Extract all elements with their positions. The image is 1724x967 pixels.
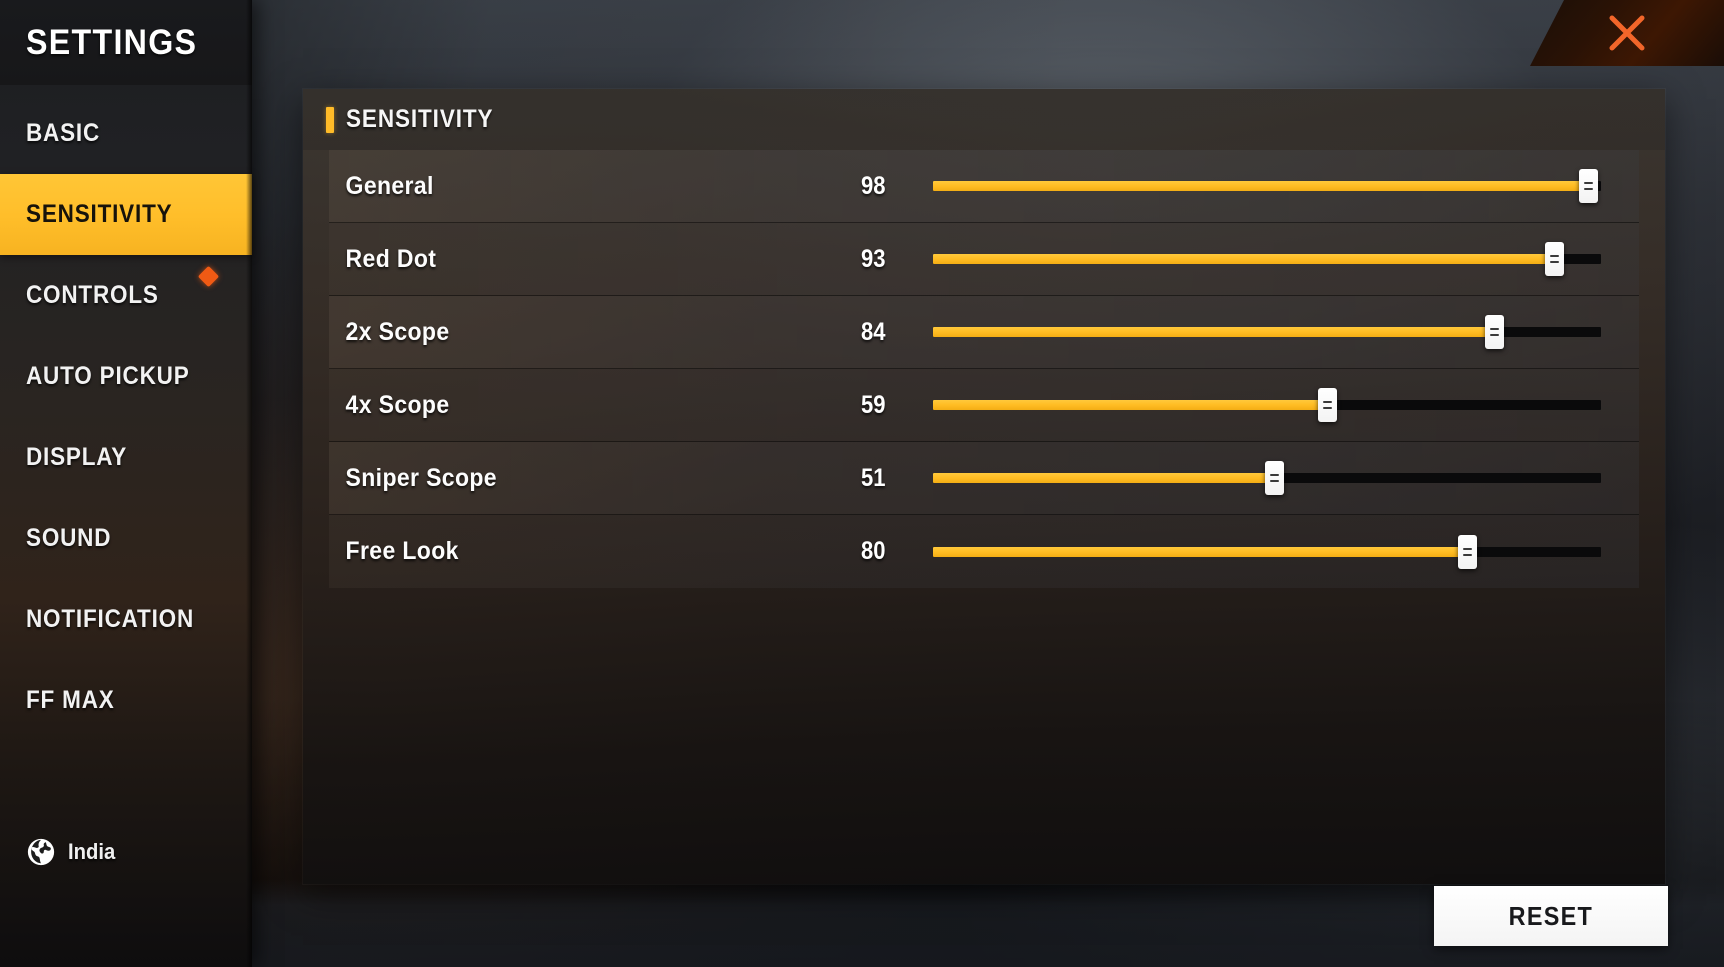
sensitivity-row-label: Free Look	[345, 537, 459, 565]
sensitivity-row[interactable]: 4x Scope 59	[329, 369, 1639, 442]
sensitivity-row-label: Red Dot	[345, 244, 437, 273]
sidebar-item-auto-pickup[interactable]: AUTO PICKUP	[0, 336, 252, 417]
slider-fill	[933, 254, 1555, 264]
slider-thumb-grip-line	[1269, 480, 1279, 482]
slider-thumb-grip-line	[1323, 407, 1333, 409]
slider-fill	[933, 327, 1495, 337]
settings-title-bar: SETTINGS	[0, 0, 252, 85]
panel-title: SENSITIVITY	[346, 105, 494, 133]
slider-thumb-grip-line	[1583, 182, 1593, 184]
sensitivity-row[interactable]: 2x Scope 84	[329, 296, 1639, 369]
sidebar-item-label: SENSITIVITY	[26, 200, 173, 228]
sidebar-item-sound[interactable]: SOUND	[0, 498, 252, 579]
sidebar-item-label: DISPLAY	[26, 443, 128, 471]
sidebar-item-label: SOUND	[26, 524, 112, 552]
sidebar-item-notification[interactable]: NOTIFICATION	[0, 579, 252, 660]
sensitivity-row-value: 98	[861, 171, 886, 200]
sensitivity-row-value: 93	[861, 244, 886, 273]
sensitivity-panel: SENSITIVITY General 98 Red Dot 93 2x Scope 84…	[303, 89, 1665, 884]
page-title: SETTINGS	[26, 22, 198, 62]
slider-thumb[interactable]	[1458, 534, 1478, 569]
slider-thumb[interactable]	[1578, 169, 1598, 203]
sensitivity-slider[interactable]	[933, 166, 1601, 206]
settings-sidebar: SETTINGS BASIC SENSITIVITY CONTROLS AUTO PI…	[0, 0, 252, 967]
sensitivity-row[interactable]: Free Look 80	[329, 515, 1639, 588]
slider-thumb[interactable]	[1545, 242, 1565, 276]
sensitivity-slider[interactable]	[933, 458, 1601, 498]
slider-thumb-grip-line	[1583, 188, 1593, 190]
slider-thumb-grip-line	[1323, 401, 1333, 403]
sensitivity-row-label: 4x Scope	[345, 390, 450, 419]
sidebar-item-label: AUTO PICKUP	[26, 362, 190, 390]
slider-fill	[933, 400, 1328, 410]
sidebar-item-basic[interactable]: BASIC	[0, 93, 252, 174]
reset-button[interactable]: RESET	[1434, 886, 1668, 946]
sensitivity-row-label: Sniper Scope	[345, 463, 497, 492]
sensitivity-row-label: 2x Scope	[345, 317, 450, 346]
close-x-icon	[1609, 15, 1645, 51]
slider-thumb[interactable]	[1264, 461, 1284, 495]
sensitivity-row-value: 51	[861, 463, 886, 492]
sensitivity-row-value: 59	[861, 390, 886, 419]
slider-thumb-grip-line	[1550, 261, 1560, 263]
sidebar-item-label: FF MAX	[26, 686, 115, 714]
slider-thumb[interactable]	[1318, 388, 1338, 422]
sidebar-nav-list: BASIC SENSITIVITY CONTROLS AUTO PICKUP DISPL…	[0, 85, 252, 741]
slider-thumb-grip-line	[1550, 255, 1560, 257]
settings-screen: SETTINGS BASIC SENSITIVITY CONTROLS AUTO PI…	[0, 0, 1724, 967]
sidebar-item-ff-max[interactable]: FF MAX	[0, 660, 252, 741]
locale-selector[interactable]: India	[26, 837, 119, 867]
slider-fill	[933, 473, 1274, 483]
slider-thumb-grip-line	[1463, 547, 1473, 550]
panel-header: SENSITIVITY	[303, 89, 1665, 150]
slider-thumb-grip-line	[1490, 328, 1500, 330]
close-button[interactable]	[1530, 0, 1724, 66]
reset-button-label: RESET	[1508, 900, 1594, 931]
slider-thumb-grip-line	[1269, 474, 1279, 476]
sensitivity-row[interactable]: Red Dot 93	[329, 223, 1639, 296]
slider-thumb[interactable]	[1485, 315, 1505, 349]
sidebar-item-label: CONTROLS	[26, 281, 159, 309]
sidebar-item-label: NOTIFICATION	[26, 605, 195, 633]
sensitivity-row-value: 80	[861, 537, 886, 565]
sensitivity-slider[interactable]	[933, 385, 1601, 425]
sensitivity-row-label: General	[345, 171, 434, 200]
slider-thumb-grip-line	[1463, 553, 1473, 556]
sidebar-item-sensitivity[interactable]: SENSITIVITY	[0, 174, 252, 255]
sensitivity-slider[interactable]	[933, 312, 1601, 352]
sidebar-item-display[interactable]: DISPLAY	[0, 417, 252, 498]
sidebar-item-label: BASIC	[26, 119, 101, 147]
sensitivity-slider[interactable]	[933, 532, 1601, 572]
slider-fill	[933, 181, 1588, 191]
sidebar-item-controls[interactable]: CONTROLS	[0, 255, 252, 336]
sensitivity-rows: General 98 Red Dot 93 2x Scope 84 4x Scope 59 Sn…	[303, 150, 1665, 588]
notification-diamond-icon	[197, 265, 220, 288]
slider-fill	[933, 546, 1468, 557]
sensitivity-row[interactable]: General 98	[329, 150, 1639, 223]
header-accent-bar	[326, 106, 334, 133]
slider-thumb-grip-line	[1490, 334, 1500, 336]
locale-label: India	[68, 839, 116, 864]
sensitivity-row[interactable]: Sniper Scope 51	[329, 442, 1639, 515]
globe-icon	[27, 838, 55, 866]
sensitivity-row-value: 84	[861, 317, 886, 346]
sensitivity-slider[interactable]	[933, 239, 1601, 279]
